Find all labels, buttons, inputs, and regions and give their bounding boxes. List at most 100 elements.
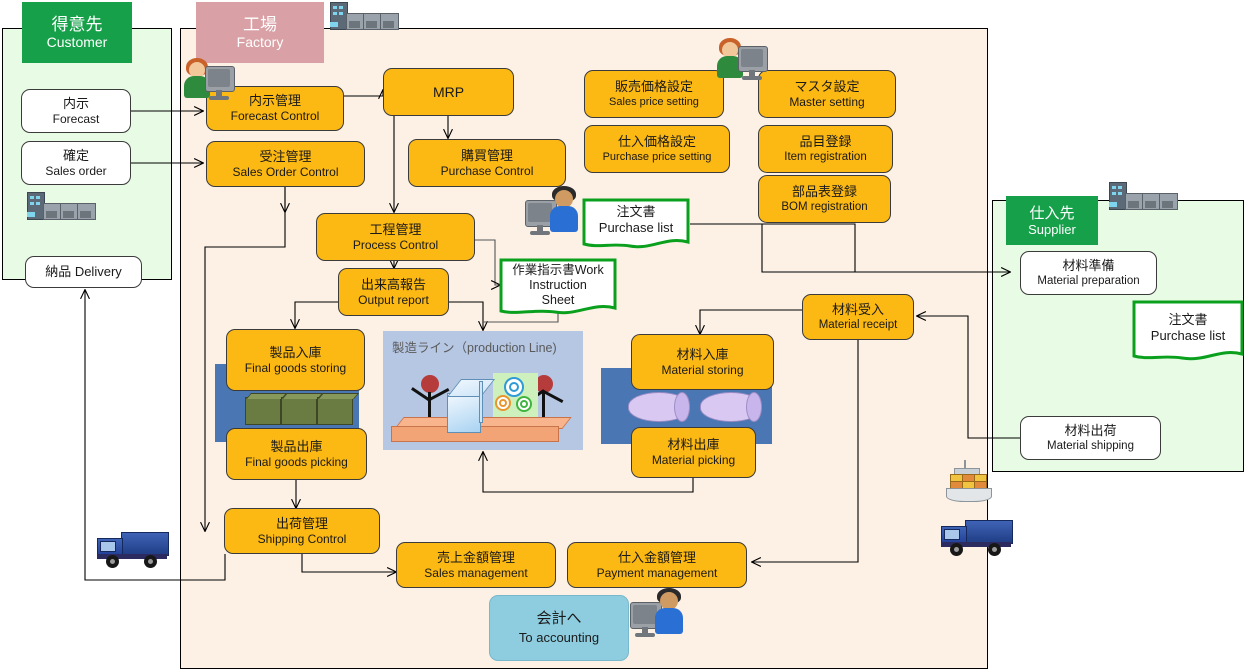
- node-sales-price-setting[interactable]: 販売価格設定 Sales price setting: [584, 70, 724, 118]
- node-mrp-label: MRP: [432, 83, 465, 100]
- node-payment-management-jp: 仕入金額管理: [617, 549, 696, 565]
- node-mrp[interactable]: MRP: [383, 68, 514, 116]
- crate-icon: [281, 397, 317, 425]
- node-sales-management-en: Sales management: [424, 565, 528, 580]
- node-item-registration-en: Item registration: [784, 150, 867, 163]
- node-material-picking-jp: 材料出庫: [667, 437, 720, 452]
- node-master-setting-jp: マスタ設定: [794, 78, 860, 94]
- person-at-computer-accounting-icon: [630, 588, 688, 638]
- production-line-caption: 製造ライン（production Line): [392, 341, 557, 355]
- node-sales-order-en: Sales order: [45, 163, 107, 178]
- zone-factory-en: Factory: [236, 33, 284, 50]
- node-purchase-control-jp: 購買管理: [460, 147, 513, 163]
- node-sales-price-setting-jp: 販売価格設定: [614, 78, 693, 94]
- doc-purchase-list-factory[interactable]: 注文書 Purchase list: [582, 198, 690, 250]
- doc-work-instruction-jp: 作業指示書Work: [512, 262, 604, 277]
- zone-header-supplier: 仕入先 Supplier: [1006, 196, 1098, 245]
- node-to-accounting-en: To accounting: [518, 630, 600, 645]
- node-sales-order-control-en: Sales Order Control: [232, 164, 339, 179]
- cargo-ship-icon: [942, 460, 994, 504]
- node-bom-registration[interactable]: 部品表登録 BOM registration: [758, 175, 891, 223]
- node-final-goods-picking-jp: 製品出庫: [270, 438, 323, 454]
- node-material-shipping-jp: 材料出荷: [1064, 422, 1117, 438]
- node-process-control[interactable]: 工程管理 Process Control: [316, 213, 475, 261]
- node-material-receipt-jp: 材料受入: [831, 301, 884, 317]
- node-payment-management[interactable]: 仕入金額管理 Payment management: [567, 542, 747, 588]
- diagram-canvas: 得意先 Customer 工場 Factory 仕入先 Supplier 内示 …: [0, 0, 1246, 671]
- node-material-picking[interactable]: 材料出庫 Material picking: [631, 427, 756, 478]
- node-sales-management[interactable]: 売上金額管理 Sales management: [396, 542, 556, 588]
- node-forecast[interactable]: 内示 Forecast: [21, 89, 131, 133]
- doc-purchase-list-factory-en: Purchase list: [598, 220, 674, 235]
- node-to-accounting-jp: 会計へ: [536, 610, 582, 627]
- node-output-report-en: Output report: [358, 292, 429, 307]
- zone-header-factory: 工場 Factory: [196, 2, 324, 63]
- node-process-control-en: Process Control: [352, 237, 439, 252]
- truck-delivery-icon: [96, 528, 169, 568]
- node-delivery[interactable]: 納品 Delivery: [25, 256, 142, 288]
- node-item-registration[interactable]: 品目登録 Item registration: [758, 125, 893, 173]
- factory-clipart-top-icon: [328, 2, 399, 32]
- node-final-goods-storing[interactable]: 製品入庫 Final goods storing: [226, 329, 365, 391]
- node-sales-order-jp: 確定: [62, 147, 89, 163]
- node-purchase-price-setting-jp: 仕入価格設定: [617, 133, 696, 149]
- zone-customer-en: Customer: [46, 33, 108, 50]
- product-cube: [447, 393, 481, 433]
- doc-purchase-list-supplier[interactable]: 注文書 Purchase list: [1132, 300, 1244, 364]
- doc-work-instruction-sheet[interactable]: 作業指示書Work Instruction Sheet: [499, 258, 617, 318]
- zone-supplier-en: Supplier: [1028, 221, 1076, 237]
- node-purchase-control-en: Purchase Control: [440, 163, 534, 178]
- node-material-receipt-en: Material receipt: [818, 318, 898, 331]
- node-purchase-price-setting-en: Purchase price setting: [602, 150, 712, 163]
- node-material-storing-jp: 材料入庫: [676, 346, 729, 362]
- node-shipping-control-en: Shipping Control: [257, 531, 347, 546]
- person-at-computer-forecast-icon: [183, 58, 235, 106]
- crate-icon: [245, 397, 281, 425]
- doc-purchase-list-factory-jp: 注文書: [616, 204, 656, 219]
- node-to-accounting[interactable]: 会計へ To accounting: [489, 595, 629, 661]
- node-material-preparation[interactable]: 材料準備 Material preparation: [1020, 251, 1157, 295]
- node-shipping-control-jp: 出荷管理: [275, 515, 328, 531]
- worker-icon: [421, 375, 439, 393]
- factory-clipart-customer-icon: [25, 192, 96, 222]
- node-master-setting-en: Master setting: [789, 94, 865, 109]
- node-material-picking-en: Material picking: [651, 453, 736, 467]
- node-material-storing-en: Material storing: [661, 362, 744, 377]
- zone-factory-jp: 工場: [243, 14, 277, 34]
- node-sales-management-jp: 売上金額管理: [436, 549, 515, 565]
- doc-purchase-list-supplier-jp: 注文書: [1168, 312, 1208, 327]
- node-forecast-jp: 内示: [62, 95, 89, 111]
- node-master-setting[interactable]: マスタ設定 Master setting: [758, 70, 896, 118]
- node-final-goods-picking-en: Final goods picking: [245, 454, 348, 469]
- node-output-report[interactable]: 出来高報告 Output report: [338, 268, 449, 316]
- person-at-computer-purchase-icon: [525, 186, 583, 236]
- worker-arm: [542, 390, 564, 403]
- node-final-goods-picking[interactable]: 製品出庫 Final goods picking: [226, 428, 367, 480]
- node-forecast-en: Forecast: [52, 111, 100, 126]
- truck-supply-icon: [940, 516, 1013, 556]
- node-forecast-control-en: Forecast Control: [230, 109, 320, 123]
- node-bom-registration-en: BOM registration: [781, 200, 868, 213]
- node-material-preparation-jp: 材料準備: [1062, 257, 1115, 273]
- material-roll-icon: [628, 392, 690, 422]
- doc-work-instruction-en2: Sheet: [541, 292, 575, 307]
- node-material-storing[interactable]: 材料入庫 Material storing: [631, 334, 774, 390]
- production-line-illustration: 製造ライン（production Line): [383, 331, 583, 450]
- node-sales-order-control[interactable]: 受注管理 Sales Order Control: [206, 141, 365, 187]
- node-output-report-jp: 出来高報告: [360, 276, 426, 292]
- zone-header-customer: 得意先 Customer: [22, 2, 132, 63]
- zone-supplier-jp: 仕入先: [1029, 204, 1075, 222]
- node-final-goods-storing-en: Final goods storing: [244, 360, 347, 375]
- zone-customer-jp: 得意先: [51, 14, 103, 34]
- node-sales-price-setting-en: Sales price setting: [609, 95, 699, 108]
- node-purchase-price-setting[interactable]: 仕入価格設定 Purchase price setting: [584, 125, 730, 173]
- product-cube-top: [446, 379, 496, 397]
- node-purchase-control[interactable]: 購買管理 Purchase Control: [408, 139, 566, 187]
- person-at-computer-master-icon: [716, 38, 768, 86]
- node-material-receipt[interactable]: 材料受入 Material receipt: [802, 294, 914, 340]
- node-shipping-control[interactable]: 出荷管理 Shipping Control: [224, 508, 380, 554]
- node-material-shipping[interactable]: 材料出荷 Material shipping: [1020, 416, 1161, 460]
- node-process-control-jp: 工程管理: [369, 221, 422, 237]
- node-sales-order[interactable]: 確定 Sales order: [21, 141, 131, 185]
- node-material-shipping-en: Material shipping: [1047, 439, 1134, 452]
